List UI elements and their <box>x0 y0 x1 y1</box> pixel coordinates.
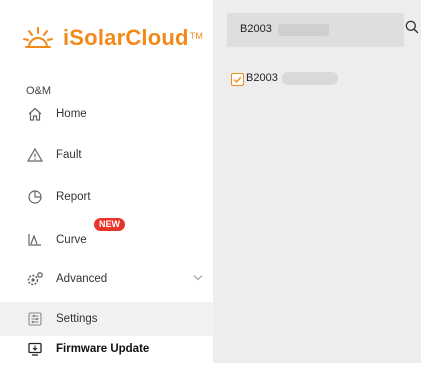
sidebar-item-home[interactable]: Home <box>0 97 213 131</box>
report-icon <box>26 188 44 206</box>
device-checkbox[interactable] <box>231 72 244 86</box>
sidebar-item-label: Advanced <box>56 273 108 285</box>
home-icon <box>26 105 44 123</box>
firmware-update-icon <box>26 340 44 358</box>
curve-icon <box>26 230 44 248</box>
search-input[interactable]: B2003 <box>227 13 404 47</box>
redacted-text <box>278 24 329 36</box>
sidebar-item-label: Fault <box>56 149 82 161</box>
warning-icon <box>26 146 44 164</box>
device-list-item[interactable]: B2003 <box>231 71 338 87</box>
sidebar-item-advanced[interactable]: Advanced <box>0 262 213 296</box>
advanced-icon <box>26 270 44 288</box>
redacted-text <box>282 72 338 85</box>
brand-logo[interactable]: iSolarCloudTM <box>23 25 203 51</box>
sidebar-item-label: Firmware Update <box>56 343 150 355</box>
checkmark-icon <box>233 76 242 83</box>
search-value: B2003 <box>240 23 272 35</box>
new-badge: NEW <box>94 218 125 231</box>
section-label: O&M <box>26 85 52 97</box>
sidebar-item-firmware-update[interactable]: Firmware Update <box>0 332 213 366</box>
main-panel: B2003 B2003 <box>213 0 421 363</box>
sidebar-item-label: Report <box>56 191 91 203</box>
settings-icon <box>26 310 44 328</box>
device-label: B2003 <box>246 72 278 84</box>
sidebar-item-fault[interactable]: Fault <box>0 138 213 172</box>
sidebar-item-label: Home <box>56 108 87 120</box>
sidebar-item-curve[interactable]: Curve NEW <box>0 218 213 256</box>
search-icon[interactable] <box>405 20 419 34</box>
sidebar: iSolarCloudTM O&M Home Fault Report Curv… <box>0 0 213 363</box>
trademark: TM <box>189 31 204 41</box>
sidebar-item-report[interactable]: Report <box>0 180 213 214</box>
sidebar-item-label: Curve <box>56 234 87 246</box>
sidebar-item-label: Settings <box>56 313 98 325</box>
sun-logo-icon <box>23 27 53 48</box>
chevron-down-icon[interactable] <box>193 274 203 281</box>
brand-name: iSolarCloudTM <box>63 25 204 50</box>
sidebar-item-settings[interactable]: Settings <box>0 302 213 336</box>
